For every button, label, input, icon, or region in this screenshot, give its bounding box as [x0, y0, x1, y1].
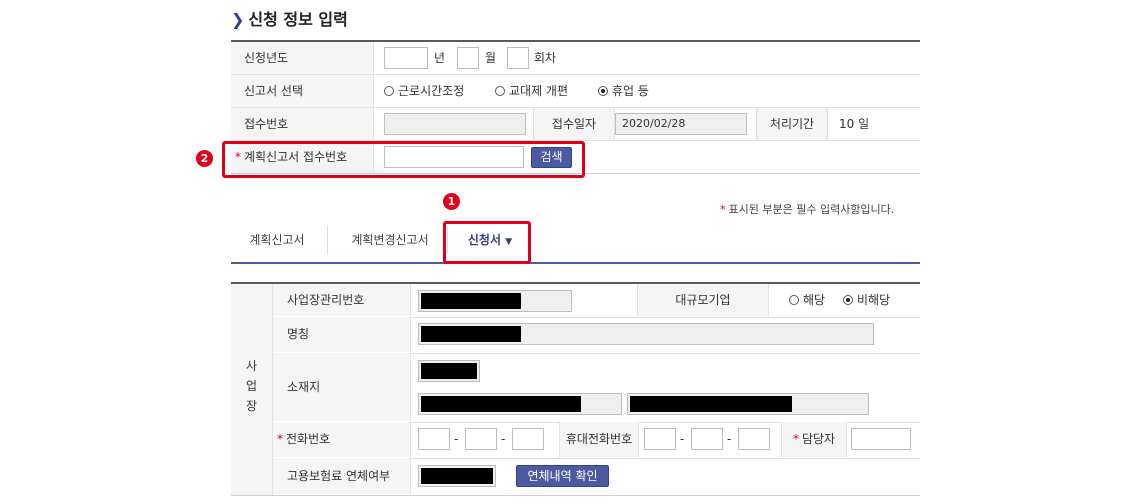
required-mark: *	[792, 432, 799, 446]
row-name: 명칭	[273, 317, 920, 354]
row-report-type: 신고서 선택 근로시간조정 교대제 개편 휴업 등	[231, 75, 920, 108]
year-label: 신청년도	[231, 42, 374, 74]
row-receipt: 접수번호 접수일자 2020/02/28 처리기간 10 일	[231, 108, 920, 141]
redacted-block	[421, 396, 581, 412]
mobile-separator: -	[680, 432, 685, 446]
row-phone: * 전화번호 - - 휴대전화번호 - - * 담당자	[273, 422, 920, 459]
radio-suspension[interactable]: 휴업 등	[598, 75, 649, 107]
address-detail-input[interactable]	[627, 393, 869, 415]
radio-not-applicable[interactable]: 비해당	[843, 284, 890, 316]
tab-bar: 계획신고서 계획변경신고서 신청서 ▼	[231, 218, 920, 264]
mgmt-no-label: 사업장관리번호	[273, 284, 411, 316]
phone-separator: -	[454, 432, 459, 446]
round-unit: 회차	[534, 51, 557, 65]
radio-icon	[384, 86, 394, 96]
required-mark: *	[277, 432, 283, 446]
processing-period-label: 처리기간	[756, 108, 828, 140]
round-input[interactable]	[507, 47, 529, 69]
redacted-block	[421, 326, 521, 342]
insurance-input[interactable]	[418, 465, 496, 487]
manager-input[interactable]	[851, 428, 911, 450]
receipt-no-input[interactable]	[384, 113, 526, 135]
redacted-block	[421, 363, 477, 379]
row-mgmt-no: 사업장관리번호 대규모기업 해당 비해당	[273, 284, 920, 318]
radio-icon	[789, 295, 799, 305]
mobile-input-2[interactable]	[691, 428, 723, 450]
redacted-block	[421, 468, 493, 484]
radio-shift[interactable]: 교대제 개편	[495, 75, 568, 107]
marker-1: 1	[443, 193, 460, 210]
phone-input-2[interactable]	[465, 428, 497, 450]
business-info-table: 사 업 장 사업장관리번호 대규모기업 해당 비해당 명칭 소재지 * 전화번호 …	[231, 282, 920, 496]
radio-icon	[598, 86, 608, 96]
name-input[interactable]	[418, 323, 874, 345]
tab-plan-change-report[interactable]: 계획변경신고서	[333, 218, 447, 262]
row-year: 신청년도 년 월 회차	[231, 42, 920, 75]
manager-label: * 담당자	[781, 422, 847, 457]
zipcode-input[interactable]	[418, 360, 480, 382]
report-type-label: 신고서 선택	[231, 75, 374, 107]
required-mark: *	[720, 203, 726, 216]
required-note: * 표시된 부분은 필수 입력사항입니다.	[720, 203, 895, 216]
mobile-input-1[interactable]	[644, 428, 676, 450]
tab-divider	[327, 226, 328, 254]
mobile-label: 휴대전화번호	[559, 422, 639, 457]
address-input[interactable]	[418, 393, 622, 415]
insurance-label: 고용보험료 연체여부	[273, 458, 411, 494]
phone-separator: -	[501, 432, 506, 446]
phone-input-3[interactable]	[512, 428, 544, 450]
tab-plan-report[interactable]: 계획신고서	[231, 218, 323, 262]
radio-icon	[843, 295, 853, 305]
receipt-date-input[interactable]: 2020/02/28	[615, 113, 747, 135]
mobile-input-3[interactable]	[738, 428, 770, 450]
marker-2: 2	[196, 150, 213, 167]
name-label: 명칭	[273, 317, 411, 352]
chevron-right-icon: ❯	[231, 10, 245, 29]
radio-work-hours[interactable]: 근로시간조정	[384, 75, 464, 107]
redacted-block	[630, 396, 792, 412]
month-input[interactable]	[457, 47, 479, 69]
mgmt-no-input[interactable]	[418, 290, 572, 312]
processing-period-value: 10 일	[839, 117, 870, 131]
receipt-date-label: 접수일자	[533, 108, 615, 140]
check-overdue-button[interactable]: 연체내역 확인	[516, 465, 609, 487]
page-title: ❯ 신청 정보 입력	[231, 10, 348, 29]
year-unit: 년	[434, 51, 446, 65]
large-company-label: 대규모기업	[637, 284, 769, 316]
month-unit: 월	[485, 51, 497, 65]
redacted-block	[421, 293, 521, 309]
radio-icon	[495, 86, 505, 96]
year-input[interactable]	[384, 47, 428, 69]
mobile-separator: -	[727, 432, 732, 446]
phone-label: * 전화번호	[273, 422, 411, 457]
business-section-label: 사 업 장	[231, 284, 273, 495]
radio-applicable[interactable]: 해당	[789, 284, 825, 316]
phone-input-1[interactable]	[418, 428, 450, 450]
receipt-no-label: 접수번호	[231, 108, 374, 140]
row-address: 소재지	[273, 353, 920, 423]
address-label: 소재지	[273, 353, 411, 421]
highlight-application-tab	[443, 221, 531, 264]
row-insurance: 고용보험료 연체여부 연체내역 확인	[273, 458, 920, 494]
highlight-plan-receipt	[222, 141, 585, 178]
